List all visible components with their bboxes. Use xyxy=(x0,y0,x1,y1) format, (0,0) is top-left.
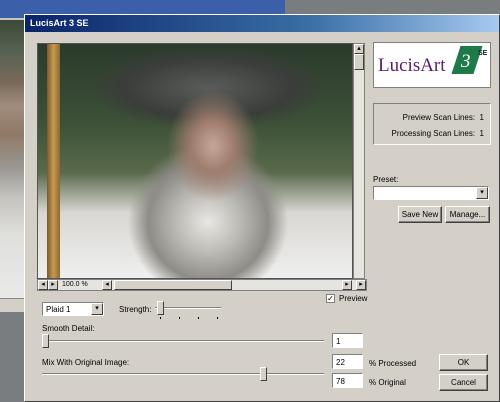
scroll-right-end-button[interactable]: ▸ xyxy=(356,280,366,290)
scan-lines-info: Preview Scan Lines: 1 Processing Scan Li… xyxy=(373,103,491,145)
strength-track xyxy=(155,307,221,309)
mix-thumb[interactable] xyxy=(260,367,267,381)
scroll-up-button[interactable]: ▴ xyxy=(354,44,364,54)
effect-dropdown[interactable]: Plaid 1 ▾ xyxy=(42,302,104,316)
preview-horizontal-bar: ◂ ▸ 100.0 % ◂ ▸ ▸ xyxy=(37,279,367,291)
logo-brand: LucisArt xyxy=(378,55,446,76)
processing-scan-label: Processing Scan Lines: xyxy=(391,129,476,138)
scroll-left-button[interactable]: ◂ xyxy=(102,280,112,290)
logo-edition: SE xyxy=(478,50,488,57)
preview-vertical-scrollbar[interactable]: ▴ xyxy=(353,43,365,279)
strength-tick xyxy=(160,317,161,319)
preset-label: Preset: xyxy=(373,175,399,184)
preset-dropdown[interactable]: ▾ xyxy=(373,186,489,200)
background-scrollbar[interactable] xyxy=(0,298,24,312)
smooth-detail-thumb[interactable] xyxy=(42,334,49,348)
chevron-down-icon[interactable]: ▾ xyxy=(476,187,488,199)
ok-button[interactable]: OK xyxy=(439,354,488,371)
logo-version: 3 xyxy=(461,51,471,72)
chevron-down-icon[interactable]: ▾ xyxy=(91,303,103,315)
mix-slider[interactable] xyxy=(42,367,326,381)
manage-button[interactable]: Manage... xyxy=(445,206,490,223)
smooth-detail-label: Smooth Detail: xyxy=(42,324,95,333)
vertical-scroll-thumb[interactable] xyxy=(354,54,364,70)
lucisart-dialog: LucisArt 3 SE ▴ ◂ ▸ 100.0 % ◂ ▸ ▸ LucisA… xyxy=(24,14,500,402)
strength-tick xyxy=(198,317,199,319)
strength-slider[interactable] xyxy=(155,301,223,319)
strength-tick xyxy=(217,317,218,319)
strength-thumb[interactable] xyxy=(157,301,164,315)
strength-label: Strength: xyxy=(119,305,152,314)
smooth-detail-input[interactable]: 1 xyxy=(332,333,363,348)
zoom-level: 100.0 % xyxy=(62,281,88,288)
background-image xyxy=(0,20,24,306)
original-input[interactable]: 78 xyxy=(332,373,363,388)
processing-scan-lines-row: Processing Scan Lines: 1 xyxy=(374,126,484,142)
smooth-detail-slider[interactable] xyxy=(42,334,326,348)
lucisart-logo: LucisArt 3 SE xyxy=(373,42,491,88)
original-label: % Original xyxy=(369,378,406,387)
cancel-button[interactable]: Cancel xyxy=(439,374,488,391)
zoom-in-button[interactable]: ▸ xyxy=(48,280,58,290)
preview-scan-lines-row: Preview Scan Lines: 1 xyxy=(374,110,484,126)
preview-label: Preview xyxy=(339,294,368,303)
preview-image[interactable] xyxy=(37,43,353,279)
processed-label: % Processed xyxy=(369,359,417,368)
wooden-post xyxy=(47,44,60,278)
dialog-title: LucisArt 3 SE xyxy=(25,15,499,32)
processed-input[interactable]: 22 xyxy=(332,354,363,369)
horizontal-scroll-thumb[interactable] xyxy=(114,280,232,290)
preview-scan-value: 1 xyxy=(479,113,484,122)
smooth-detail-track xyxy=(42,340,324,342)
preview-checkbox[interactable]: ✓ xyxy=(326,294,335,303)
effect-value: Plaid 1 xyxy=(46,305,71,314)
zoom-out-button[interactable]: ◂ xyxy=(38,280,48,290)
mix-label: Mix With Original Image: xyxy=(42,358,130,367)
save-new-button[interactable]: Save New xyxy=(398,206,442,223)
strength-tick xyxy=(179,317,180,319)
mix-track xyxy=(42,373,324,375)
preview-scan-label: Preview Scan Lines: xyxy=(402,113,476,122)
scroll-right-button[interactable]: ▸ xyxy=(342,280,352,290)
processing-scan-value: 1 xyxy=(479,129,484,138)
